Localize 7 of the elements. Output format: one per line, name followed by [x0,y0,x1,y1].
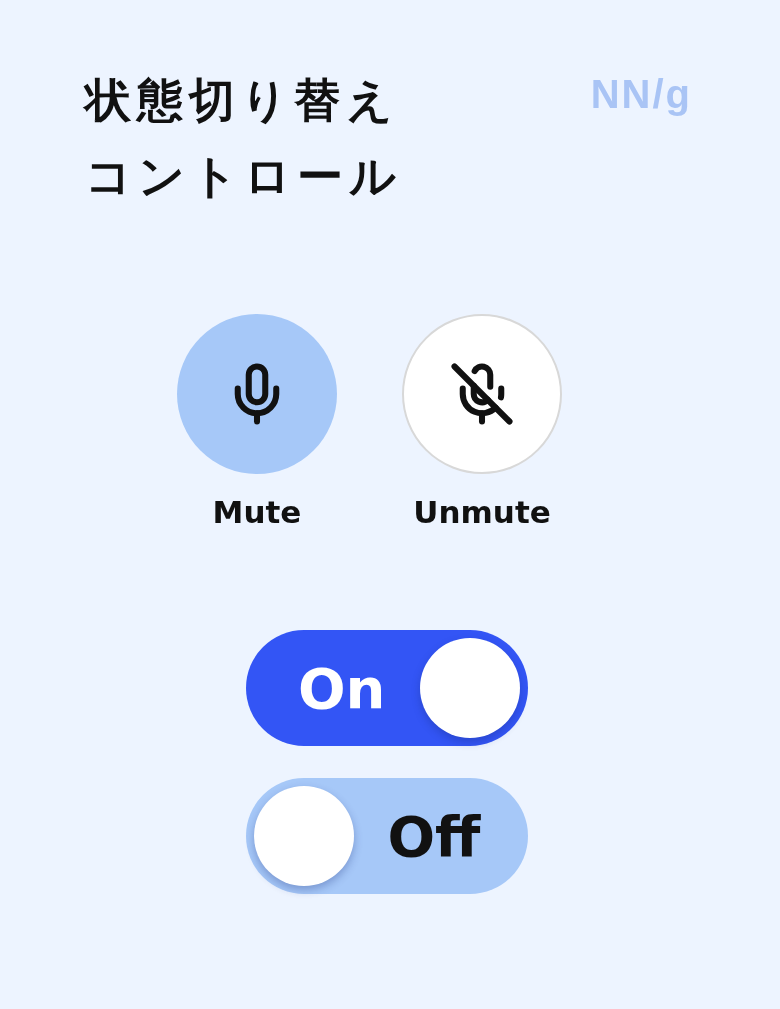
microphone-off-icon [449,361,515,427]
button-label: Unmute [413,494,551,530]
button-label: Mute [212,494,302,530]
toggle-switch[interactable]: On [245,630,528,746]
toggle-switch[interactable]: Off [245,778,528,894]
page-title: 状態切り替え コントロール [85,72,402,205]
logo: NN/g [590,72,692,117]
